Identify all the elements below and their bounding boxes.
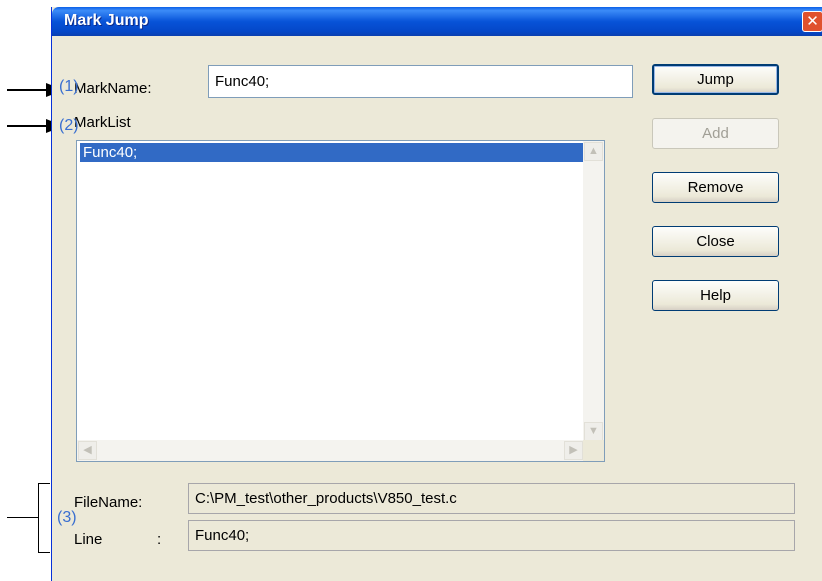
file-name-label: FileName: (74, 494, 143, 511)
line-label: Line (74, 531, 103, 548)
remove-button[interactable]: Remove (652, 172, 779, 203)
annotation-3: (3) (57, 509, 77, 526)
mark-name-label: MarkName: (74, 80, 152, 97)
horizontal-scrollbar[interactable]: ◀ ▶ (77, 440, 584, 461)
scroll-right-icon[interactable]: ▶ (564, 441, 583, 460)
close-icon[interactable]: ✕ (802, 11, 822, 32)
scroll-down-icon[interactable]: ▼ (584, 422, 603, 441)
scroll-left-icon[interactable]: ◀ (78, 441, 97, 460)
annotation-3-bracket (38, 483, 39, 553)
annotation-3-bracket-bottom (38, 552, 50, 553)
scroll-corner (583, 440, 604, 461)
annotation-2: (2) (59, 117, 79, 134)
list-item[interactable]: Func40; (80, 143, 585, 162)
mark-list-label: MarkList (74, 114, 131, 131)
jump-button[interactable]: Jump (652, 64, 779, 95)
line-field: Func40; (188, 520, 795, 551)
mark-jump-dialog: Mark Jump ✕ MarkName: Func40; MarkList F… (51, 7, 822, 581)
close-button[interactable]: Close (652, 226, 779, 257)
add-button[interactable]: Add (652, 118, 779, 149)
dialog-title: Mark Jump (64, 12, 149, 29)
file-name-field: C:\PM_test\other_products\V850_test.c (188, 483, 795, 514)
vertical-scrollbar[interactable]: ▲ ▼ (583, 141, 604, 442)
mark-name-input[interactable]: Func40; (208, 65, 633, 98)
close-button-label: Close (696, 233, 735, 250)
annotation-1: (1) (59, 78, 79, 95)
mark-list-box[interactable]: Func40; ▲ ▼ ◀ ▶ (76, 140, 605, 462)
scroll-up-icon[interactable]: ▲ (584, 142, 603, 161)
help-button[interactable]: Help (652, 280, 779, 311)
help-button-label: Help (700, 287, 731, 304)
annotation-3-bracket-top (38, 483, 50, 484)
annotation-3-line (7, 517, 39, 518)
title-bar[interactable]: Mark Jump ✕ (52, 7, 822, 36)
add-button-label: Add (702, 125, 729, 142)
remove-button-label: Remove (687, 179, 744, 196)
line-separator: : (157, 531, 162, 548)
jump-button-label: Jump (697, 71, 734, 88)
